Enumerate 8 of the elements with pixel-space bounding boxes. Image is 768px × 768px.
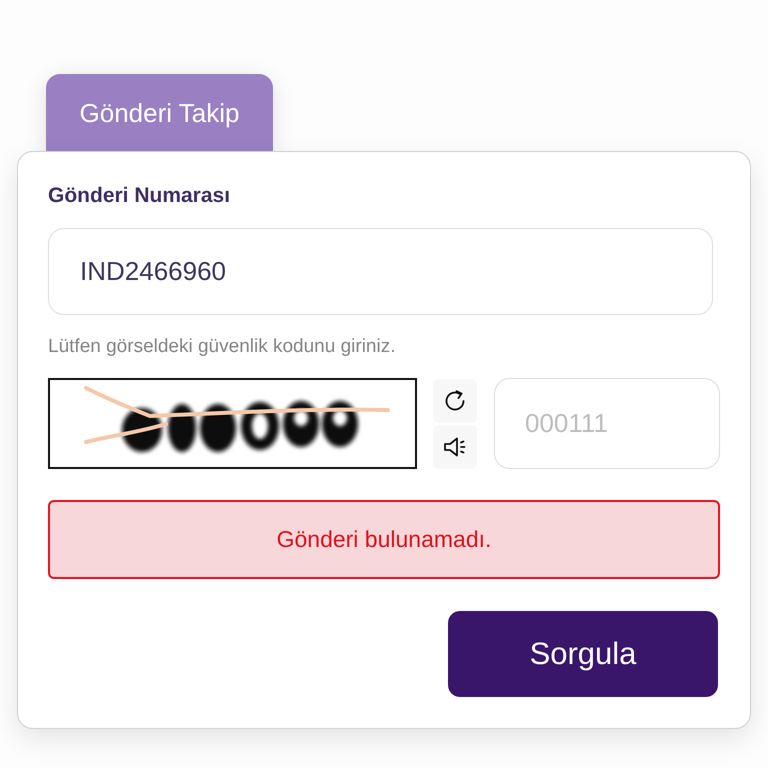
captcha-hint: Lütfen görseldeki güvenlik kodunu giriniz. bbox=[48, 335, 396, 359]
refresh-button[interactable] bbox=[434, 380, 476, 422]
submit-button[interactable]: Sorgula bbox=[448, 611, 718, 697]
captcha-code-field[interactable]: 000111 bbox=[494, 378, 720, 469]
tracking-number-field[interactable]: IND2466960 bbox=[48, 228, 713, 315]
error-message: Gönderi bulunamadı. bbox=[48, 500, 720, 579]
field-label: Gönderi Numarası bbox=[48, 183, 232, 209]
audio-button[interactable] bbox=[434, 426, 476, 468]
